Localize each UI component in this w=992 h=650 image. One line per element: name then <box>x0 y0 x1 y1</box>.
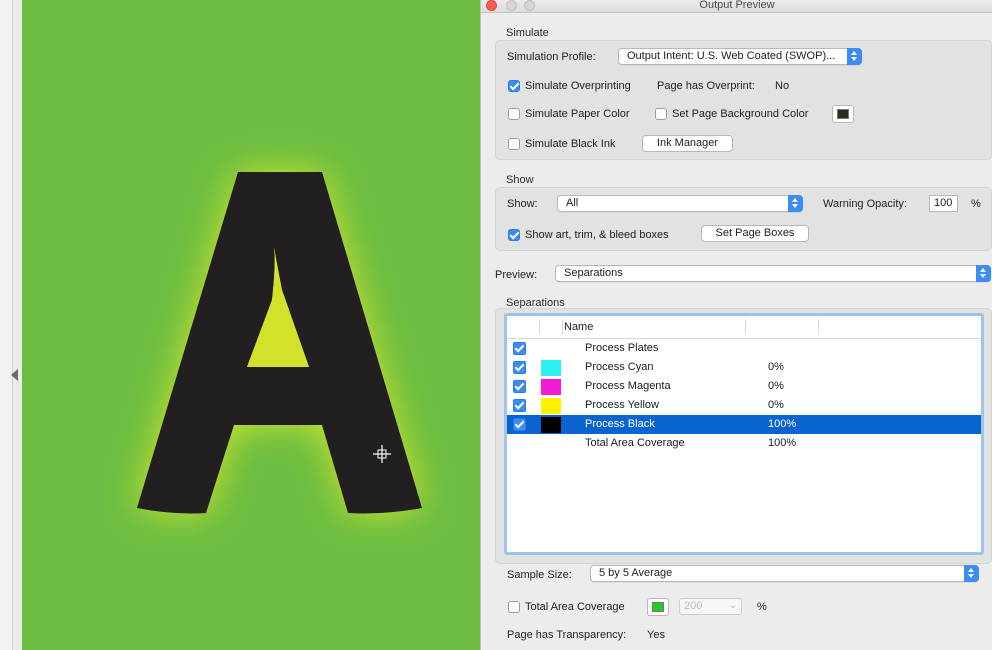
separation-visibility-checkbox[interactable] <box>513 342 526 355</box>
show-select[interactable]: All <box>557 195 803 212</box>
letter-a-artwork <box>22 0 480 650</box>
show-boxes-checkbox[interactable] <box>508 229 520 241</box>
page-background-color-swatch[interactable] <box>832 105 854 123</box>
sample-size-select[interactable]: 5 by 5 Average <box>590 565 979 582</box>
show-label: Show: <box>507 198 538 210</box>
set-page-boxes-button[interactable]: Set Page Boxes <box>701 225 809 242</box>
separation-color-swatch <box>541 379 561 395</box>
separation-name: Process Magenta <box>585 380 671 392</box>
table-row[interactable]: Process Magenta 0% <box>507 377 981 396</box>
coverage-limit-value: 200 <box>684 600 703 612</box>
separation-color-swatch <box>541 360 561 376</box>
output-preview-panel: Output Preview Simulate Simulation Profi… <box>480 0 992 650</box>
chevron-updown-icon <box>964 565 979 582</box>
separation-percent: 100% <box>768 418 797 430</box>
preview-value: Separations <box>564 267 623 279</box>
simulate-paper-color-checkbox[interactable] <box>508 108 520 120</box>
table-row[interactable]: Process Yellow 0% <box>507 396 981 415</box>
separation-color-swatch <box>541 398 561 414</box>
simulate-black-ink-label: Simulate Black Ink <box>525 138 616 150</box>
show-boxes-label: Show art, trim, & bleed boxes <box>525 229 669 241</box>
separation-percent: 0% <box>768 361 784 373</box>
separations-table[interactable]: Name Process Plates Process Cyan 0% Process… <box>504 313 984 555</box>
separation-name: Process Cyan <box>585 361 654 373</box>
coverage-color-chip <box>652 602 664 612</box>
column-divider <box>745 319 746 334</box>
simulate-overprinting-checkbox[interactable] <box>508 80 520 92</box>
document-sidebar-edge <box>0 0 13 650</box>
total-area-coverage-label: Total Area Coverage <box>525 601 625 613</box>
sample-size-value: 5 by 5 Average <box>599 567 673 579</box>
coverage-color-swatch[interactable] <box>647 598 669 616</box>
simulate-group-label: Simulate <box>506 27 549 39</box>
simulate-overprinting-label: Simulate Overprinting <box>525 80 631 92</box>
set-page-background-label: Set Page Background Color <box>672 108 809 120</box>
chevron-updown-icon <box>976 265 991 282</box>
transparency-value: Yes <box>647 629 665 641</box>
column-divider <box>539 319 540 334</box>
table-row[interactable]: Process Plates <box>507 339 981 358</box>
table-row[interactable]: Total Area Coverage 100% <box>507 434 981 453</box>
separation-percent: 0% <box>768 399 784 411</box>
separation-name: Process Yellow <box>585 399 659 411</box>
show-group-label: Show <box>506 174 534 186</box>
coverage-limit-select[interactable]: 200 ⌄ <box>679 598 742 615</box>
column-header-name[interactable]: Name <box>564 321 593 333</box>
chevron-updown-icon <box>788 195 803 212</box>
title-bar: Output Preview <box>481 0 992 13</box>
coverage-unit: % <box>757 601 767 613</box>
preview-select[interactable]: Separations <box>555 265 991 282</box>
separation-visibility-checkbox[interactable] <box>513 418 526 431</box>
ink-manager-button[interactable]: Ink Manager <box>642 135 733 152</box>
collapse-arrow-icon[interactable] <box>11 369 18 381</box>
separation-visibility-checkbox[interactable] <box>513 380 526 393</box>
simulate-black-ink-checkbox[interactable] <box>508 138 520 150</box>
column-divider <box>818 319 819 334</box>
column-divider <box>562 319 563 334</box>
separation-color-swatch <box>541 417 561 433</box>
table-row[interactable]: Process Cyan 0% <box>507 358 981 377</box>
table-header: Name <box>507 316 981 339</box>
set-page-background-checkbox[interactable] <box>655 108 667 120</box>
window-title: Output Preview <box>699 0 775 11</box>
warning-opacity-label: Warning Opacity: <box>823 198 907 210</box>
total-area-coverage-checkbox[interactable] <box>508 601 520 613</box>
separation-percent: 0% <box>768 380 784 392</box>
show-value: All <box>566 197 579 209</box>
simulation-profile-value: Output Intent: U.S. Web Coated (SWOP)... <box>627 50 836 62</box>
chevron-down-icon: ⌄ <box>728 600 737 611</box>
warning-opacity-unit: % <box>971 198 981 210</box>
separation-name: Process Plates <box>585 342 659 354</box>
separation-name: Total Area Coverage <box>585 437 685 449</box>
page-overprint-value: No <box>775 80 790 92</box>
document-canvas[interactable] <box>22 0 480 650</box>
background-color-chip <box>837 109 849 119</box>
separation-visibility-checkbox[interactable] <box>513 361 526 374</box>
chevron-updown-icon <box>847 48 862 65</box>
simulation-profile-select[interactable]: Output Intent: U.S. Web Coated (SWOP)... <box>618 48 862 65</box>
transparency-label: Page has Transparency: <box>507 629 627 641</box>
page-overprint-label: Page has Overprint: <box>657 80 755 92</box>
separation-name: Process Black <box>585 418 655 430</box>
separation-visibility-checkbox[interactable] <box>513 399 526 412</box>
warning-opacity-input[interactable]: 100 <box>929 195 958 212</box>
sample-size-label: Sample Size: <box>507 569 572 581</box>
separation-percent: 100% <box>768 437 797 449</box>
preview-label: Preview: <box>495 269 538 281</box>
simulation-profile-label: Simulation Profile: <box>507 51 596 63</box>
simulate-paper-color-label: Simulate Paper Color <box>525 108 630 120</box>
table-row[interactable]: Process Black 100% <box>507 415 981 434</box>
